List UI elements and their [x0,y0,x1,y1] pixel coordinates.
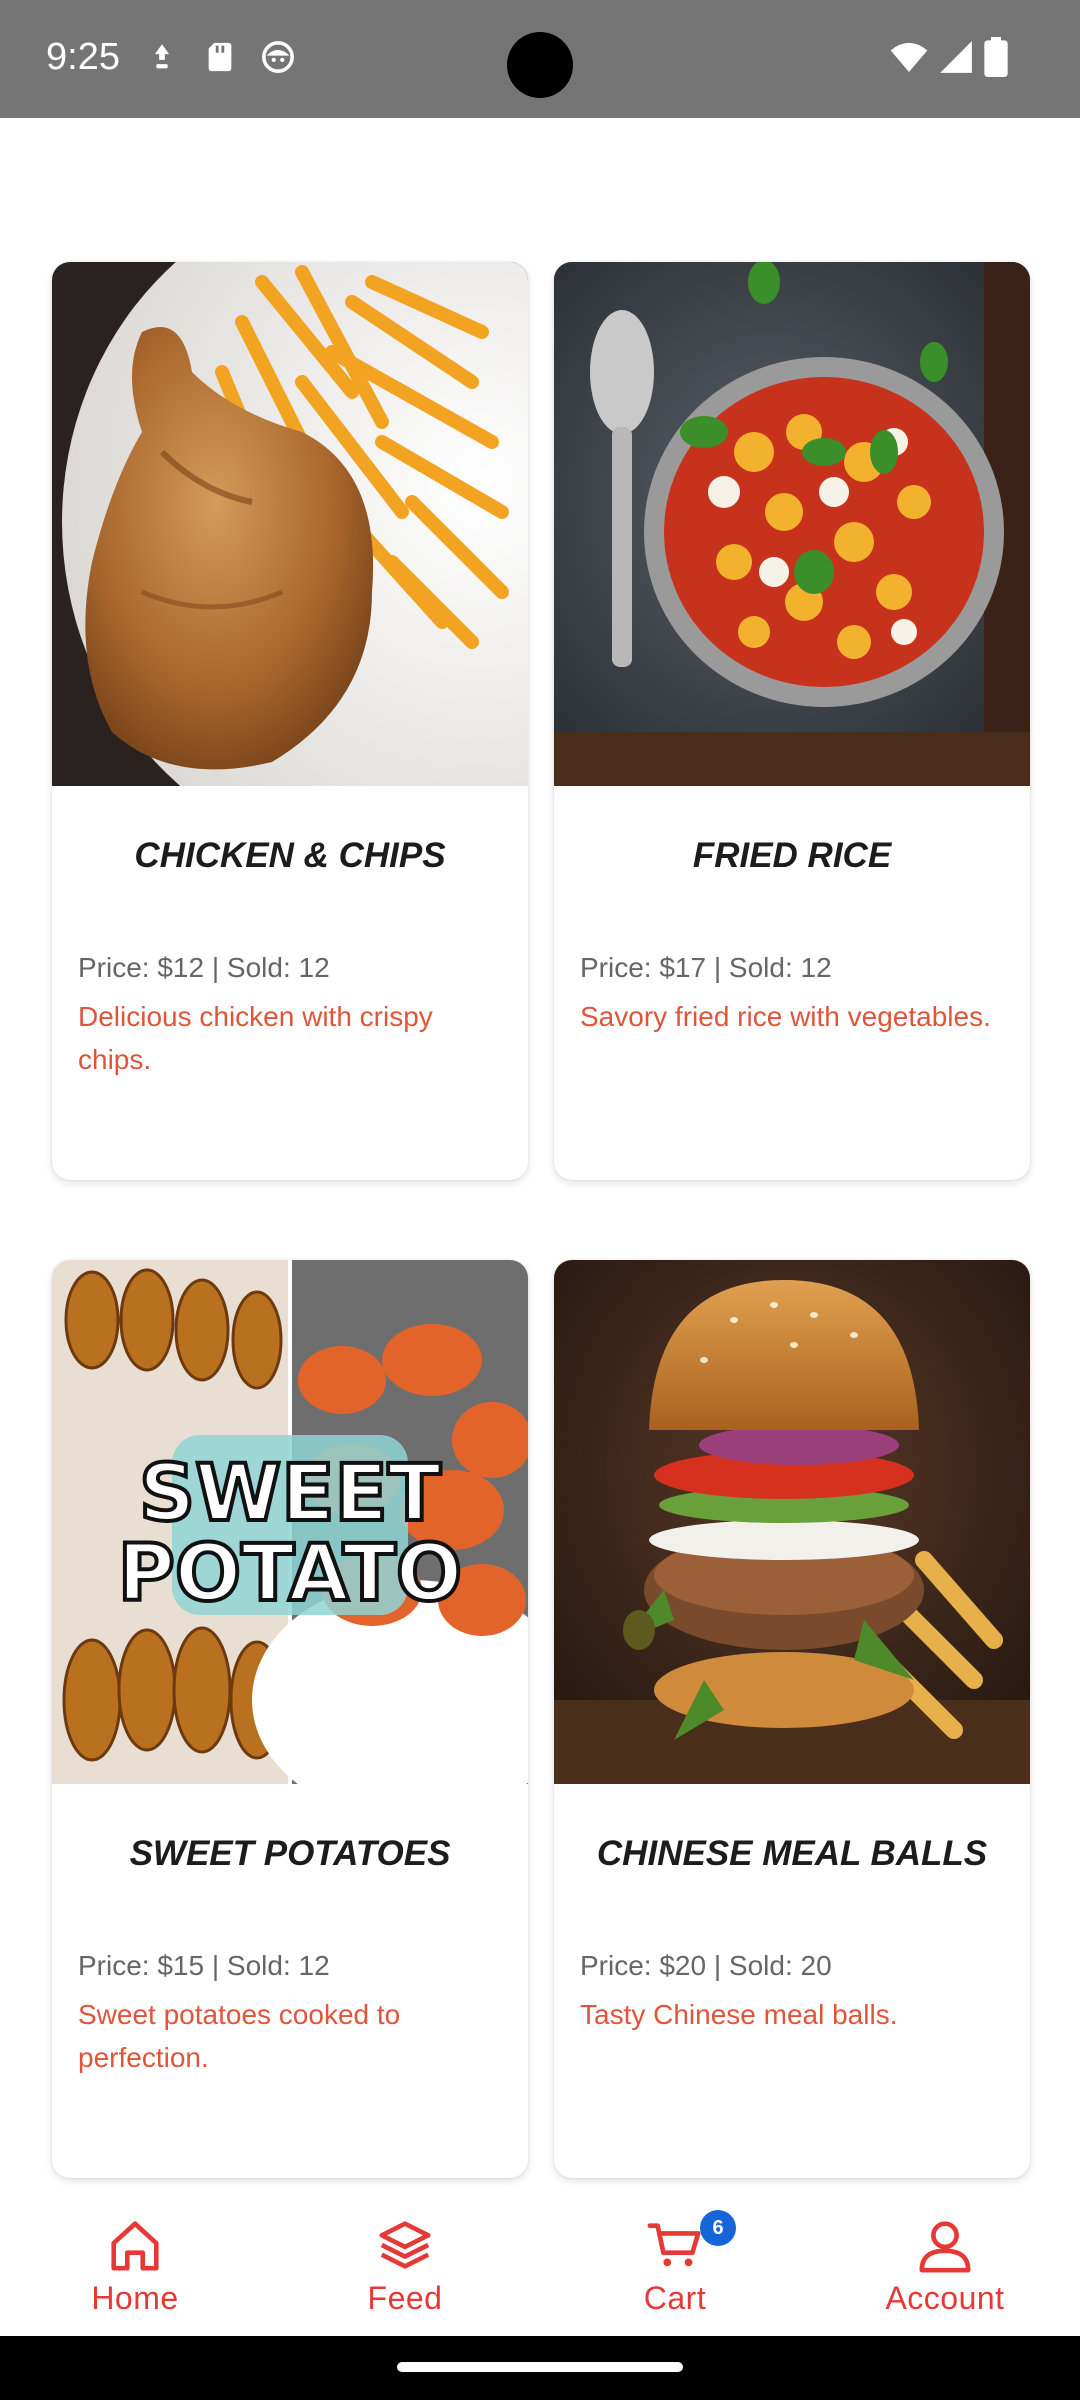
nav-account-label: Account [885,2280,1005,2316]
product-description: Delicious chicken with crispy chips. [78,1001,433,1075]
product-title: SWEET POTATOES [129,1834,451,1873]
gesture-navigation-bar [0,2336,1080,2400]
product-description: Tasty Chinese meal balls. [580,1999,898,2030]
layers-icon [379,2221,431,2269]
product-title: CHINESE MEAL BALLS [596,1834,988,1873]
burger-image [554,1260,1030,1784]
status-bar: 9:25 [0,0,1080,118]
signal-icon [940,41,972,73]
nav-cart-label: Cart [643,2280,707,2316]
status-time: 9:25 [46,36,120,78]
image-overlay-text-line2: POTATO [118,1529,462,1619]
product-title: FRIED RICE [692,836,892,875]
nav-feed-label: Feed [367,2280,443,2316]
user-icon [919,2221,971,2273]
battery-icon [984,37,1008,77]
product-card-sweet-potatoes[interactable]: SWEET POTATO SWEET POTATOES Price: $15 |… [52,1260,528,2178]
product-card-chinese-meal-balls[interactable]: CHINESE MEAL BALLS Price: $20 | Sold: 20… [554,1260,1030,2178]
pin-icon [154,44,170,69]
cart-icon [647,2223,701,2267]
product-price-sold: Price: $12 | Sold: 12 [78,952,330,983]
fried-rice-image [554,262,1030,786]
product-description: Savory fried rice with vegetables. [580,1001,991,1032]
nav-home[interactable]: Home [0,2196,270,2336]
home-icon [111,2221,159,2271]
product-title: CHICKEN & CHIPS [134,836,446,875]
wifi-icon [890,42,928,72]
nav-home-label: Home [91,2280,179,2316]
product-description: Sweet potatoes cooked to perfection. [78,1999,401,2073]
nav-feed[interactable]: Feed [270,2196,540,2336]
nav-account[interactable]: Account [810,2196,1080,2336]
product-card-chicken-chips[interactable]: CHICKEN & CHIPS Price: $12 | Sold: 12 De… [52,262,528,1180]
nav-cart[interactable]: 6 Cart [540,2196,810,2336]
product-price-sold: Price: $15 | Sold: 12 [78,1950,330,1981]
camera-cutout [507,32,573,98]
product-card-fried-rice[interactable]: FRIED RICE Price: $17 | Sold: 12 Savory … [554,262,1030,1180]
bottom-navigation: Home Feed 6 Cart Account [0,2196,1080,2336]
sweet-potato-image: SWEET POTATO [52,1260,528,1784]
product-price-sold: Price: $17 | Sold: 12 [580,952,832,983]
home-gesture-handle[interactable] [397,2362,683,2372]
chicken-and-chips-image [52,262,528,786]
image-overlay-text-line1: SWEET [139,1449,441,1539]
cart-count-badge: 6 [700,2210,736,2246]
face-icon [262,41,294,73]
sd-card-icon [208,42,232,72]
product-price-sold: Price: $20 | Sold: 20 [580,1950,832,1981]
